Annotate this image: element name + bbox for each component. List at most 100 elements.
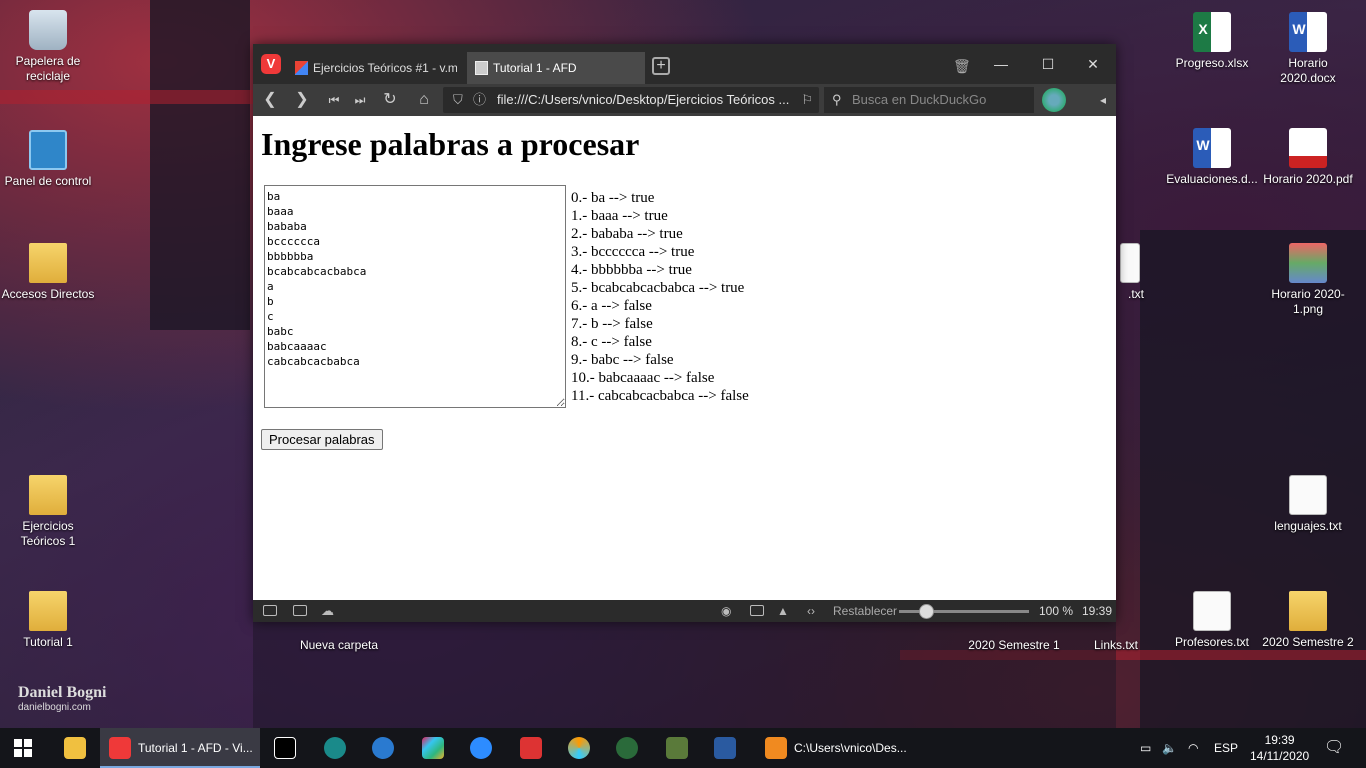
maximize-button[interactable]: ☐ [1025, 52, 1071, 76]
desktop-icon-semestre1[interactable]: 2020 Semestre 1 [966, 638, 1062, 653]
taskbar-label: Tutorial 1 - AFD - Vi... [138, 741, 253, 755]
desktop-icon-recycle-bin[interactable]: Papelera de reciclaje [0, 10, 96, 84]
camera-icon[interactable]: ◉ [721, 603, 731, 619]
desktop-icon-label: 2020 Semestre 2 [1262, 635, 1354, 649]
tab-gmail[interactable]: Ejercicios Teóricos #1 - v.m... [287, 52, 457, 84]
nav-bar: ❮ ❯ ⏮ ⏭ ↻ ⌂ ⛉ ⓘ file:///C:/Users/vnico/D… [253, 84, 1116, 116]
result-line: 6.- a --> false [571, 298, 652, 314]
cloud-sync-icon[interactable]: ☁ [321, 603, 334, 619]
desktop-icon-label: Evaluaciones.d... [1166, 172, 1258, 186]
battery-icon[interactable]: ▭ [1140, 728, 1151, 768]
image-toggle-icon[interactable]: ▲ [777, 603, 789, 619]
vivaldi-menu-icon[interactable]: V [261, 54, 281, 74]
words-textarea[interactable] [264, 185, 566, 408]
desktop-icon-semestre2[interactable]: 2020 Semestre 2 [1260, 591, 1356, 650]
wifi-icon[interactable]: ◠ [1188, 728, 1198, 768]
desktop-icon-evaluaciones[interactable]: W Evaluaciones.d... [1164, 128, 1260, 187]
result-line: 8.- c --> false [571, 334, 652, 350]
desktop-icon-horario-png[interactable]: Horario 2020-1.png [1260, 243, 1356, 317]
search-field[interactable]: ⚲ Busca en DuckDuckGo [824, 87, 1034, 113]
language-indicator[interactable]: ESP [1214, 728, 1238, 768]
desktop-icon-lenguajes[interactable]: lenguajes.txt [1260, 475, 1356, 534]
trash-icon[interactable]: 🗑 [953, 58, 971, 75]
shield-icon: ⛉ [453, 92, 463, 107]
desktop-icon-label: Nueva carpeta [299, 638, 379, 652]
close-button[interactable]: ✕ [1070, 52, 1116, 76]
profile-avatar[interactable] [1042, 88, 1066, 112]
info-icon: ⓘ [473, 92, 487, 107]
desktop-icon-label: Panel de control [4, 174, 92, 188]
notifications-icon[interactable]: 🗨 [1324, 728, 1344, 768]
reload-icon[interactable]: ↻ [379, 88, 401, 112]
folder-icon [1289, 591, 1327, 631]
panel-toggle-icon[interactable]: ◂ [1100, 88, 1106, 112]
app-icon [372, 737, 394, 759]
window-icon[interactable] [750, 605, 764, 616]
search-placeholder: Busca en DuckDuckGo [852, 92, 987, 107]
clock[interactable]: 19:39 14/11/2020 [1250, 732, 1309, 764]
zoom-slider[interactable] [899, 604, 1029, 619]
home-icon[interactable]: ⌂ [413, 88, 435, 112]
image-file-icon [1289, 243, 1327, 283]
result-line: 0.- ba --> true [571, 190, 655, 206]
desktop-icon-txt[interactable]: .txt [1116, 243, 1156, 302]
zoom-taskbar[interactable] [468, 728, 496, 768]
slack-taskbar[interactable] [420, 728, 448, 768]
desktop-icon-links[interactable]: Links.txt [1068, 638, 1164, 653]
fast-forward-icon[interactable]: ⏭ [349, 88, 371, 112]
forward-icon[interactable]: ❯ [291, 88, 313, 112]
intellij-taskbar[interactable] [272, 728, 300, 768]
download-taskbar[interactable] [518, 728, 546, 768]
hs-taskbar[interactable] [614, 728, 642, 768]
text-file-icon [1193, 591, 1231, 631]
zoom-level: 100 % [1039, 604, 1074, 618]
recycle-bin-icon [29, 10, 67, 50]
rewind-icon[interactable]: ⏮ [323, 88, 345, 112]
desktop-icon-tutorial[interactable]: Tutorial 1 [0, 591, 96, 650]
app-taskbar-5[interactable] [712, 728, 740, 768]
url-text: file:///C:/Users/vnico/Desktop/Ejercicio… [497, 92, 790, 107]
back-icon[interactable]: ❮ [259, 88, 281, 112]
minimize-button[interactable]: — [978, 52, 1024, 76]
desktop-icon-progreso[interactable]: X Progreso.xlsx [1164, 12, 1260, 71]
desktop-icon-horario-docx[interactable]: W Horario 2020.docx [1260, 12, 1356, 86]
desktop-icon-nueva-carpeta[interactable]: Nueva carpeta [291, 638, 387, 653]
desktop-icon-profesores[interactable]: Profesores.txt [1164, 591, 1260, 650]
desktop-icon-control-panel[interactable]: Panel de control [0, 130, 96, 189]
app-taskbar-4[interactable] [664, 728, 692, 768]
app-taskbar-3[interactable] [566, 728, 594, 768]
tab-tutorial[interactable]: Tutorial 1 - AFD [467, 52, 645, 84]
zoom-slider-knob[interactable] [919, 604, 934, 619]
results-list: 0.- ba --> true 1.- baaa --> true 2.- ba… [571, 189, 749, 405]
new-tab-button[interactable]: + [652, 57, 670, 75]
desktop-icon-label: Progreso.xlsx [1175, 56, 1249, 70]
desktop-icon-ejercicios[interactable]: Ejercicios Teóricos 1 [0, 475, 96, 549]
result-line: 4.- bbbbbba --> true [571, 262, 692, 278]
volume-icon[interactable]: 🔈 [1162, 728, 1177, 768]
folder-icon [29, 591, 67, 631]
folder-icon [64, 737, 86, 759]
desktop-icon-accesos[interactable]: Accesos Directos [0, 243, 96, 302]
file-explorer-taskbar[interactable] [50, 728, 100, 768]
folder-icon [29, 475, 67, 515]
process-words-button[interactable]: Procesar palabras [261, 429, 383, 450]
panel-icon[interactable] [263, 605, 277, 616]
tab-bar: V Ejercicios Teóricos #1 - v.m... Tutori… [253, 44, 1116, 84]
app-taskbar-1[interactable] [322, 728, 350, 768]
code-icon[interactable]: ‹› [807, 603, 815, 619]
bookmark-icon[interactable]: ⚐ [801, 87, 813, 113]
app-taskbar-2[interactable] [370, 728, 398, 768]
windows-start-icon[interactable] [14, 739, 32, 757]
taskbar-label: C:\Users\vnico\Des... [794, 741, 907, 755]
sublime-icon [765, 737, 787, 759]
taskbar-explorer-window[interactable]: C:\Users\vnico\Des... [756, 728, 916, 768]
taskbar-browser[interactable]: Tutorial 1 - AFD - Vi... [100, 728, 260, 768]
status-bar: ☁ ◉ ▲ ‹› Restablecer 100 % 19:39 [253, 600, 1116, 622]
desktop-icon-label: .txt [1127, 287, 1144, 301]
taskbar: Tutorial 1 - AFD - Vi... C:\Users\vnico\… [0, 728, 1366, 768]
address-bar[interactable]: ⛉ ⓘ file:///C:/Users/vnico/Desktop/Ejerc… [443, 87, 819, 113]
reset-zoom-button[interactable]: Restablecer [833, 603, 897, 619]
page-title: Ingrese palabras a procesar [261, 126, 640, 162]
desktop-icon-horario-pdf[interactable]: Horario 2020.pdf [1260, 128, 1356, 187]
tab-tiling-icon[interactable] [293, 605, 307, 616]
